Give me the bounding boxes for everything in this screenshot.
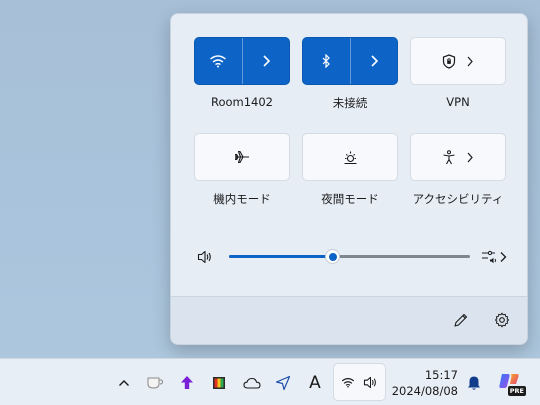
airplane-icon [234,150,250,164]
chevron-right-icon [261,55,271,67]
audio-output-selector-button[interactable] [481,249,509,265]
volume-slider[interactable] [229,249,470,264]
speaker-icon[interactable] [197,250,213,264]
copilot-icon: PRE [498,372,526,396]
coffee-cup-icon [146,376,164,390]
volume-slider-fill [229,255,333,258]
quick-settings-panel: Room1402 未接続 VPN 機内モード 夜間モード アクセシビリティ [170,13,528,345]
bluetooth-tile-label: 未接続 [332,96,368,110]
chevron-up-icon [118,379,130,387]
taskbar: A 15:17 2024/08/08 PRE [0,358,540,405]
tray-onedrive[interactable] [240,359,264,405]
bell-icon [467,375,481,391]
bluetooth-tile[interactable] [302,37,398,85]
vpn-tile-label: VPN [446,95,470,109]
edit-pencil-icon[interactable] [453,312,469,328]
night-light-label: 夜間モード [321,192,379,206]
wifi-icon [341,377,355,388]
tray-coffee-app[interactable] [143,359,167,405]
bluetooth-icon [321,54,331,68]
wifi-expand[interactable] [241,38,290,84]
taskbar-clock[interactable]: 15:17 2024/08/08 [392,367,458,399]
speaker-icon [363,376,378,389]
bluetooth-expand[interactable] [349,38,398,84]
wifi-icon [209,54,227,68]
wifi-tile[interactable] [194,37,290,85]
settings-gear-icon[interactable] [494,312,510,328]
accessibility-tile[interactable] [410,133,506,181]
panel-footer [171,296,527,344]
accessibility-label: アクセシビリティ [412,192,504,206]
wifi-tile-label: Room1402 [210,95,273,109]
volume-slider-thumb[interactable] [325,249,341,264]
purple-up-arrow-icon [180,375,194,390]
tray-input-indicator[interactable]: A [303,359,327,405]
chevron-right-icon [466,152,474,163]
clock-time: 15:17 [424,368,458,382]
location-arrow-icon [275,375,291,391]
airplane-mode-label: 機内モード [213,192,271,206]
accessibility-icon [442,149,456,165]
clock-date: 2024/08/08 [391,384,458,398]
tray-network-volume-button[interactable] [333,363,386,401]
copilot-button[interactable]: PRE [496,359,526,405]
copilot-preview-badge: PRE [507,385,526,396]
cloud-icon [243,377,261,389]
vpn-tile[interactable] [410,37,506,85]
colorful-app-icon [212,376,226,390]
tray-upload-app[interactable] [175,359,199,405]
tray-monitor-app[interactable] [207,359,231,405]
chevron-right-icon [466,56,474,67]
airplane-mode-tile[interactable] [194,133,290,181]
shield-icon [442,53,456,69]
brightness-icon [343,150,358,165]
night-light-tile[interactable] [302,133,398,181]
wifi-toggle[interactable] [195,38,242,84]
tray-location[interactable] [271,359,295,405]
bluetooth-toggle[interactable] [303,38,350,84]
notifications-button[interactable] [462,359,486,405]
chevron-right-icon [369,55,379,67]
show-hidden-icons-button[interactable] [112,359,136,405]
